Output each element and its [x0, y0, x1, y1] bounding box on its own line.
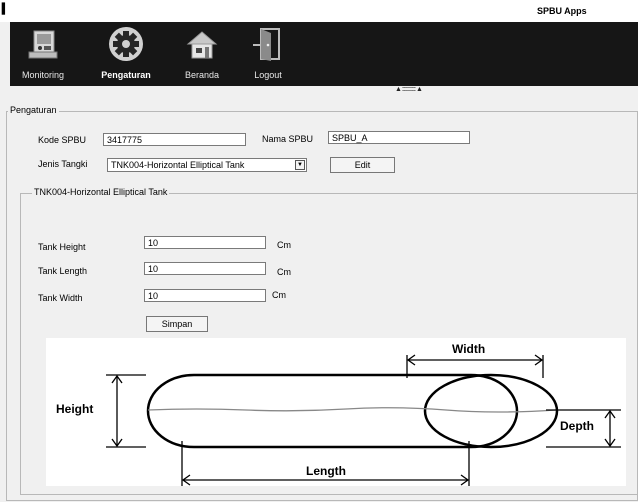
splitter-grip[interactable]: ▲ :::::::::::::: ▲: [395, 86, 423, 93]
diagram-width-label: Width: [452, 342, 486, 356]
pengaturan-group-title: Pengaturan: [8, 105, 59, 115]
tank-group-title: TNK004-Horizontal Elliptical Tank: [32, 187, 170, 197]
diagram-length-label: Length: [306, 464, 346, 478]
gear-icon: [106, 26, 146, 62]
tank-height-unit: Cm: [277, 240, 291, 250]
chevron-down-icon[interactable]: ▼: [295, 160, 305, 170]
diagram-height-label: Height: [56, 402, 94, 416]
monitoring-icon: [23, 26, 63, 62]
nama-spbu-label: Nama SPBU: [262, 134, 314, 144]
toolbar-item-label: Beranda: [184, 70, 220, 80]
window-title: SPBU Apps: [537, 6, 587, 16]
toolbar-item-label: Pengaturan: [101, 70, 151, 80]
tank-height-field[interactable]: 10: [144, 236, 266, 249]
main-toolbar: Monitoring Pengaturan Beranda Logout: [10, 22, 638, 86]
toolbar-monitoring-button[interactable]: Monitoring: [16, 22, 70, 86]
simpan-button[interactable]: Simpan: [146, 316, 208, 332]
kode-spbu-label: Kode SPBU: [38, 135, 87, 145]
tank-diagram: Height Width Length Depth: [46, 338, 626, 486]
toolbar-item-label: Logout: [254, 70, 282, 80]
tank-width-unit: Cm: [272, 290, 286, 300]
tank-height-label: Tank Height: [38, 242, 86, 252]
jenis-tangki-label: Jenis Tangki: [38, 159, 88, 169]
edit-button[interactable]: Edit: [330, 157, 395, 173]
toolbar-item-label: Monitoring: [21, 70, 65, 80]
home-icon: [182, 26, 222, 62]
tank-length-unit: Cm: [277, 267, 291, 277]
tank-width-field[interactable]: 10: [144, 289, 266, 302]
toolbar-pengaturan-button[interactable]: Pengaturan: [94, 22, 158, 86]
tank-width-label: Tank Width: [38, 293, 83, 303]
panel-splitter[interactable]: [10, 86, 638, 95]
jenis-tangki-dropdown[interactable]: TNK004-Horizontal Elliptical Tank ▼: [107, 158, 307, 172]
tank-length-label: Tank Length: [38, 266, 88, 276]
nama-spbu-field[interactable]: SPBU_A: [328, 131, 470, 144]
jenis-tangki-selected: TNK004-Horizontal Elliptical Tank: [111, 160, 245, 170]
toolbar-logout-button[interactable]: Logout: [244, 22, 292, 86]
app-icon: ▍: [2, 4, 10, 15]
tank-length-field[interactable]: 10: [144, 262, 266, 275]
diagram-depth-label: Depth: [560, 419, 594, 433]
toolbar-beranda-button[interactable]: Beranda: [176, 22, 228, 86]
logout-door-icon: [248, 26, 288, 62]
kode-spbu-field[interactable]: 3417775: [103, 133, 246, 146]
